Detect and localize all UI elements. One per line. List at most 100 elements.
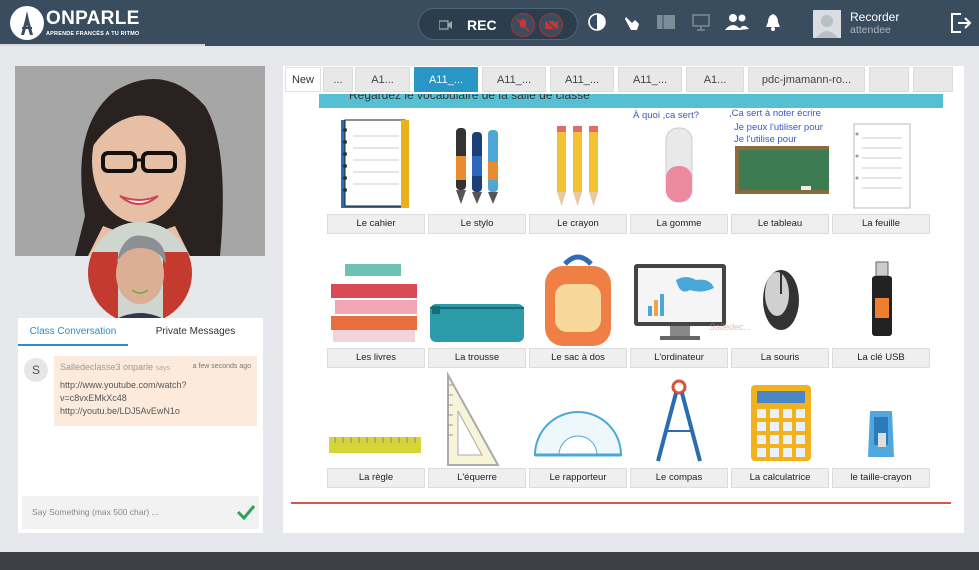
whiteboard[interactable]: New ... A1... A11_... A11_... A11_... A1… <box>283 66 964 533</box>
send-check-icon[interactable] <box>236 503 256 526</box>
vocab-label: La trousse <box>428 348 526 368</box>
vocab-label: Le rapporteur <box>529 468 627 488</box>
board-tab[interactable]: ... <box>913 67 953 92</box>
vocab-item: La calculatrice <box>731 371 829 511</box>
eraser-icon <box>665 127 693 203</box>
chalkboard-icon <box>735 146 829 194</box>
message-link-line[interactable]: v=c8vxEMkXc48 <box>60 393 127 403</box>
board-tab[interactable]: A1... <box>355 67 410 92</box>
record-controls: REC <box>418 8 578 40</box>
vocab-item: Le stylo <box>428 116 526 256</box>
vocab-label: Le cahier <box>327 214 425 234</box>
vocab-label: Les livres <box>327 348 425 368</box>
board-tab[interactable]: ... <box>869 67 909 92</box>
lesson-banner: Regardez le vocabulaire de la salle de c… <box>319 94 943 108</box>
vocab-item: L'équerre <box>428 371 526 511</box>
avatar[interactable] <box>813 10 841 38</box>
divider-line <box>291 502 951 504</box>
raise-hand-icon[interactable] <box>623 13 641 36</box>
tab-new[interactable]: New <box>285 67 321 92</box>
vocab-item: Le tableau <box>731 116 829 256</box>
logo-underline <box>0 44 205 46</box>
vocab-label: Le stylo <box>428 214 526 234</box>
computer-icon <box>634 264 726 340</box>
logout-icon[interactable] <box>950 12 972 39</box>
logo-text: ONPARLE <box>46 8 140 29</box>
board-tab[interactable]: pdc-jmamann-ro... <box>748 67 865 92</box>
bell-icon[interactable] <box>765 13 781 36</box>
vocab-label: La souris <box>731 348 829 368</box>
vocab-label: La feuille <box>832 214 930 234</box>
calculator-icon <box>751 385 811 461</box>
chat-panel: Class Conversation Private Messages S Sa… <box>18 318 263 533</box>
pen-icon <box>456 128 498 204</box>
vocab-label: La règle <box>327 468 425 488</box>
message-link-line[interactable]: http://www.youtube.com/watch? <box>60 380 187 390</box>
message-author: Salledeclasse3 onparle <box>60 362 154 372</box>
camera-off-icon[interactable] <box>539 13 563 37</box>
vocab-label: Le sac à dos <box>529 348 627 368</box>
bottom-bar <box>0 552 979 570</box>
vocab-label: La calculatrice <box>731 468 829 488</box>
board-tab-bar: New ... A1... A11_... A11_... A11_... A1… <box>283 66 964 94</box>
logo-tagline: APRENDE FRANCÉS A TU RITMO <box>46 31 140 37</box>
vocab-item: La feuille <box>832 116 930 256</box>
vocab-label: L'équerre <box>428 468 526 488</box>
protractor-icon <box>533 411 623 457</box>
record-label[interactable]: REC <box>467 17 497 33</box>
vocab-item: La clé USB <box>832 250 930 390</box>
paper-sheet-icon <box>853 123 911 209</box>
books-icon <box>331 264 417 342</box>
chat-input-placeholder: Say Something (max 500 char) ... <box>32 507 159 517</box>
board-tab[interactable]: A11_... <box>550 67 614 92</box>
board-tab[interactable]: A11_... <box>618 67 682 92</box>
chat-avatar: S <box>24 358 48 382</box>
vocab-label: Le crayon <box>529 214 627 234</box>
chat-message: Salledeclasse3 onparle says a few second… <box>54 356 257 426</box>
users-icon[interactable] <box>725 13 749 36</box>
chat-input[interactable]: Say Something (max 500 char) ... <box>22 496 259 529</box>
pencil-icon <box>557 126 598 206</box>
vocab-item: La règle <box>327 371 425 511</box>
vocab-label: Le compas <box>630 468 728 488</box>
user-name: Recorder <box>850 10 900 24</box>
vocab-label: Le tableau <box>731 214 829 234</box>
vocab-item: La gomme <box>630 116 728 256</box>
message-link-line[interactable]: http://youtu.be/LDJ5AvEwN1o <box>60 406 180 416</box>
tab-class-conversation[interactable]: Class Conversation <box>18 318 128 346</box>
message-says: says <box>155 365 170 372</box>
mouse-icon <box>763 270 799 330</box>
vocab-item: Le crayon <box>529 116 627 256</box>
record-icon[interactable] <box>438 18 453 36</box>
vocab-item: Le compas <box>630 371 728 511</box>
notebook-icon <box>341 119 409 208</box>
contrast-icon[interactable] <box>588 13 606 36</box>
whiteboard-icon[interactable] <box>656 13 676 36</box>
message-header: Salledeclasse3 onparle says <box>60 362 170 372</box>
watermark: Salledec... <box>709 322 752 332</box>
sharpener-icon <box>868 411 894 457</box>
student-video-thumbnail <box>88 222 192 324</box>
ruler-icon <box>329 437 421 453</box>
vocab-label: La clé USB <box>832 348 930 368</box>
screen-share-icon[interactable] <box>692 13 710 36</box>
vocab-item: Le rapporteur <box>529 371 627 511</box>
usb-key-icon <box>872 261 892 336</box>
pencil-case-icon <box>430 304 524 342</box>
mic-off-icon[interactable] <box>511 13 535 37</box>
logo: ONPARLE APRENDE FRANCÉS A TU RITMO <box>10 6 210 42</box>
vocab-item: Le sac à dos <box>529 250 627 390</box>
vocab-label: La gomme <box>630 214 728 234</box>
banner-text: Regardez le vocabulaire de la salle de c… <box>349 94 590 102</box>
tab-private-messages[interactable]: Private Messages <box>128 318 263 346</box>
board-tab[interactable]: A1... <box>686 67 744 92</box>
vocab-item: le taille-crayon <box>832 371 930 511</box>
board-tab[interactable]: ... <box>323 67 353 92</box>
vocab-label: L'ordinateur <box>630 348 728 368</box>
set-square-icon <box>447 371 500 466</box>
board-tab-active[interactable]: A11_... <box>414 67 478 92</box>
vocab-item: L'ordinateur <box>630 250 728 390</box>
vocab-item: La souris <box>731 250 829 390</box>
board-tab[interactable]: A11_... <box>482 67 546 92</box>
vocab-item: La trousse <box>428 250 526 390</box>
